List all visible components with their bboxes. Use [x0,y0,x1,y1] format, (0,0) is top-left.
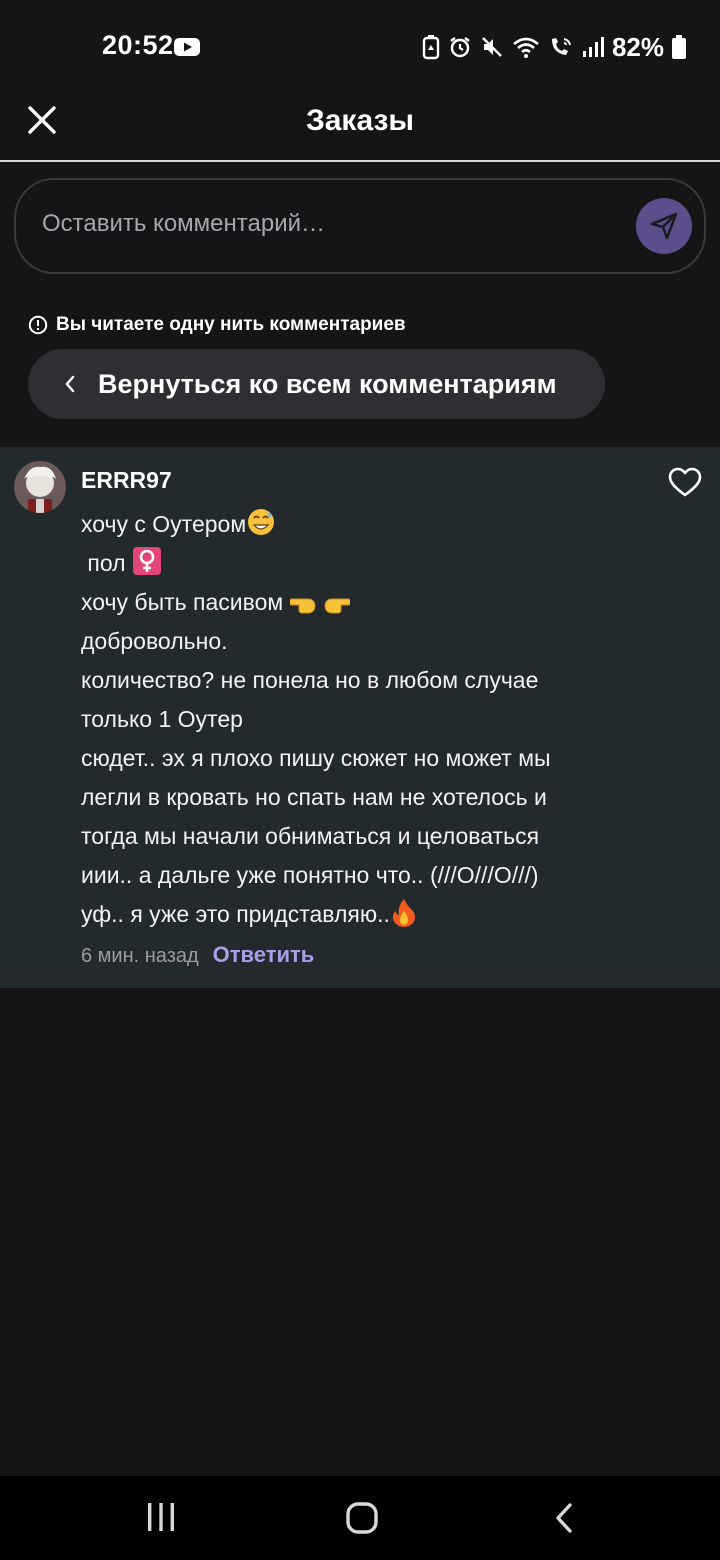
navigation-bar [0,1476,720,1560]
battery-percentage: 82% [611,31,664,62]
comment-username[interactable]: ERRR97 [81,467,172,494]
back-to-all-comments-label: Вернуться ко всем комментариям [98,369,557,399]
thread-notice: Вы читаете одну нить комментариев [28,314,406,336]
comment-line: пол [81,544,691,583]
comment-line: хочу быть пасивом [81,583,691,622]
avatar[interactable] [14,461,66,513]
comment-input[interactable] [42,210,602,238]
screen: 20:52 82% Заказы Оставить комментарий… В… [0,0,720,1560]
back-to-all-comments-button[interactable]: Вернуться ко всем комментариям [28,349,605,419]
comment-line: только 1 Оутер [81,706,243,732]
status-bar: 20:52 82% [0,0,720,92]
header: Заказы [0,92,720,162]
comment-line: легли в кровать но спать нам не хотелось… [81,784,547,810]
comment-line: хочу с Оутером [81,505,691,544]
signal-icon [582,37,604,57]
grinning-sweat-emoji [248,509,275,535]
comment-timestamp: 6 мин. назад [81,945,199,967]
comment-line: тогда мы начали обниматься и целоваться [81,823,540,849]
mute-icon [482,37,502,57]
thread-notice-text: Вы читаете одну нить комментариев [56,314,406,335]
home-icon[interactable] [346,1502,378,1534]
comment-meta: 6 мин. назад Ответить [81,942,314,968]
comment-line: иии.. а дальге уже понятно что.. (///O//… [81,862,539,888]
pointing-hands-emoji [289,598,350,614]
alarm-icon [450,37,470,58]
comment-card: ERRR97 хочу с Оутером пол хочу быть паси… [0,447,720,988]
back-icon[interactable] [554,1502,574,1534]
wifi-calling-icon [551,38,571,55]
page-title: Заказы [305,104,415,137]
comment-line: добровольно. [81,628,228,654]
comment-line: сюдет.. эх я плохо пишу сюжет но может м… [81,745,551,771]
comment-text: хочу с Оутером пол хочу быть пасивом доб… [81,505,691,934]
heart-icon[interactable] [668,467,702,499]
send-icon [650,212,678,240]
battery-icon [672,35,686,59]
status-time: 20:52 [102,30,174,60]
chevron-left-icon [65,375,75,393]
comment-line: уф.. я уже это придставляю.. [81,895,691,934]
status-icons: 82% [422,30,686,64]
comment-line: количество? не понела но в любом случае [81,667,539,693]
fire-emoji [392,899,415,927]
comment-input-container [14,178,706,274]
battery-saver-icon [422,35,440,60]
send-button[interactable] [636,198,692,254]
female-sign-emoji [132,547,161,575]
youtube-icon [174,38,200,56]
wifi-icon [513,37,539,58]
recent-apps-icon[interactable] [146,1502,176,1532]
reply-button[interactable]: Ответить [213,942,315,968]
info-icon [28,315,48,335]
